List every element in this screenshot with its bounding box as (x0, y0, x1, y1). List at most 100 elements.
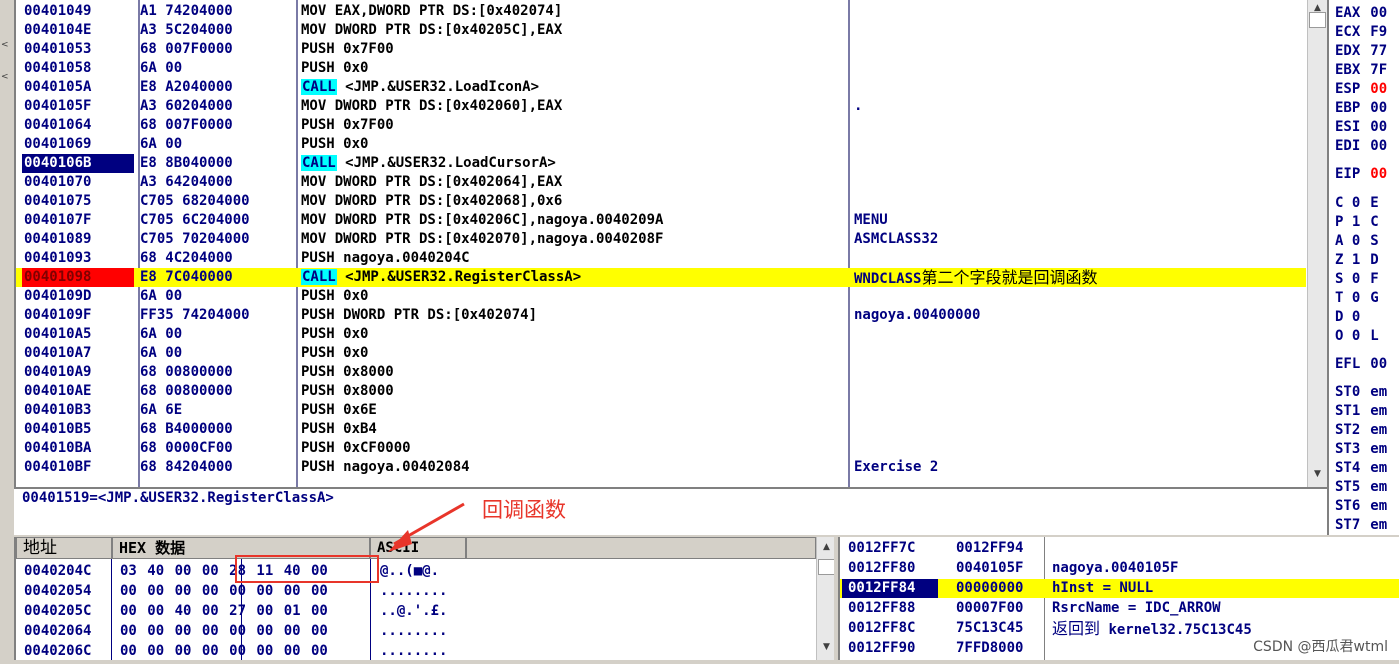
register-row[interactable]: Z 1 D (1335, 251, 1379, 270)
register-row[interactable]: ST2 em (1335, 421, 1387, 440)
register-row[interactable]: EDX 77 (1335, 42, 1387, 61)
register-name: A 0 (1335, 233, 1361, 249)
disasm-row[interactable]: 004010BA 68 0000CF00 PUSH 0xCF0000 (16, 439, 1306, 458)
register-row[interactable]: EIP 00 (1335, 165, 1387, 184)
triangle-down-icon[interactable]: ▼ (1308, 466, 1327, 482)
register-row[interactable]: ST4 em (1335, 459, 1387, 478)
disasm-instruction: PUSH DWORD PTR DS:[0x402074] (301, 306, 537, 325)
scroll-thumb[interactable] (818, 559, 834, 575)
instruction-text: PUSH 0x7F00 (301, 41, 394, 57)
register-row[interactable]: EBP 00 (1335, 99, 1387, 118)
register-row[interactable]: ECX F9 (1335, 23, 1387, 42)
disasm-row[interactable]: 00401070 A3 64204000 MOV DWORD PTR DS:[0x4… (16, 173, 1306, 192)
disasm-instruction: PUSH 0xB4 (301, 420, 377, 439)
register-row[interactable]: EBX 7F (1335, 61, 1387, 80)
disasm-opcode: C705 70204000 (140, 231, 250, 247)
disasm-row[interactable]: 00401049 A1 74204000 MOV EAX,DWORD PTR DS:… (16, 2, 1306, 21)
instruction-text: <JMP.&USER32.LoadIconA> (336, 79, 540, 95)
register-row[interactable]: A 0 S (1335, 232, 1379, 251)
disasm-opcode: 68 4C204000 (140, 250, 233, 266)
disasm-row[interactable]: 00401053 68 007F0000 PUSH 0x7F00 (16, 40, 1306, 59)
disasm-hex: C705 70204000 (140, 230, 250, 249)
disasm-row[interactable]: 00401075 C705 68204000 MOV DWORD PTR DS:[0… (16, 192, 1306, 211)
register-row[interactable]: ESP 00 (1335, 80, 1387, 99)
disasm-row[interactable]: 0040105F A3 60204000 MOV DWORD PTR DS:[0x4… (16, 97, 1306, 116)
dump-scrollbar[interactable]: ▲ ▼ (816, 537, 834, 660)
register-row[interactable]: S 0 F (1335, 270, 1379, 289)
disasm-row[interactable]: 0040106B E8 8B040000 CALL <JMP.&USER32.Loa… (16, 154, 1306, 173)
disasm-row[interactable]: 004010A9 68 00800000 PUSH 0x8000 (16, 363, 1306, 382)
instruction-text: PUSH nagoya.0040204C (301, 250, 470, 266)
comment-text: ASMCLASS32 (854, 231, 939, 247)
register-row[interactable]: ESI 00 (1335, 118, 1387, 137)
register-row[interactable]: O 0 L (1335, 327, 1379, 346)
register-value: F (1370, 271, 1379, 287)
register-value: 00 (1370, 5, 1388, 21)
disasm-row[interactable]: 0040109F FF35 74204000 PUSH DWORD PTR DS:[… (16, 306, 1306, 325)
register-row[interactable]: EAX 00 (1335, 4, 1387, 23)
disasm-instruction: MOV DWORD PTR DS:[0x402070],nagoya.00402… (301, 230, 663, 249)
triangle-up-icon[interactable]: ▲ (817, 539, 834, 555)
disasm-address: 004010B3 (24, 402, 92, 418)
disasm-row[interactable]: 00401069 6A 00 PUSH 0x0 (16, 135, 1306, 154)
dump-hex: 00 00 00 00 00 00 00 00 (120, 643, 328, 659)
register-row[interactable]: ST5 em (1335, 478, 1387, 497)
disasm-scrollbar[interactable]: ▲ ▼ (1307, 0, 1327, 487)
disasm-opcode: E8 8B040000 (140, 155, 233, 171)
register-value: G (1370, 290, 1379, 306)
register-row[interactable]: EFL 00 (1335, 355, 1387, 374)
register-value: em (1370, 498, 1388, 514)
instruction-text: MOV DWORD PTR DS:[0x40206C],nagoya.00402… (301, 212, 664, 228)
register-row[interactable]: ST3 em (1335, 440, 1387, 459)
register-row[interactable]: C 0 E (1335, 194, 1379, 213)
register-row[interactable]: ST1 em (1335, 402, 1387, 421)
disasm-instruction: MOV DWORD PTR DS:[0x402060],EAX (301, 97, 562, 116)
instruction-text: MOV DWORD PTR DS:[0x402068],0x6 (301, 193, 563, 209)
register-row[interactable]: ST6 em (1335, 497, 1387, 516)
disasm-opcode: 68 007F0000 (140, 117, 233, 133)
disasm-row[interactable]: 00401058 6A 00 PUSH 0x0 (16, 59, 1306, 78)
disasm-hex: 6A 00 (140, 325, 182, 344)
dump-address: 0040205C (24, 603, 92, 619)
register-row[interactable]: EDI 00 (1335, 137, 1387, 156)
register-name: EAX (1335, 5, 1361, 21)
disasm-row[interactable]: 0040107F C705 6C204000 MOV DWORD PTR DS:[0… (16, 211, 1306, 230)
register-row[interactable]: P 1 C (1335, 213, 1379, 232)
disasm-row[interactable]: 004010B5 68 B4000000 PUSH 0xB4 (16, 420, 1306, 439)
disasm-row[interactable]: 004010BF 68 84204000 PUSH nagoya.00402084 E… (16, 458, 1306, 477)
disasm-hex: A3 60204000 (140, 97, 233, 116)
disasm-row[interactable]: 0040105A E8 A2040000 CALL <JMP.&USER32.Loa… (16, 78, 1306, 97)
disasm-instruction: PUSH 0x7F00 (301, 40, 394, 59)
disasm-row[interactable]: 0040104E A3 5C204000 MOV DWORD PTR DS:[0x4… (16, 21, 1306, 40)
disasm-row[interactable]: 00401093 68 4C204000 PUSH nagoya.0040204C (16, 249, 1306, 268)
register-row[interactable]: T 0 G (1335, 289, 1379, 308)
stack-row[interactable]: 0012FF7C 0012FF94 (840, 539, 1399, 558)
dump-header-address[interactable]: 地址 (16, 537, 112, 559)
stack-address: 0012FF80 (848, 560, 916, 576)
disasm-row[interactable]: 00401064 68 007F0000 PUSH 0x7F00 (16, 116, 1306, 135)
disasm-hex: 68 4C204000 (140, 249, 233, 268)
scroll-thumb[interactable] (1309, 12, 1326, 28)
stack-row[interactable]: 0012FF88 00007F00 RsrcName = IDC_ARROW (840, 599, 1399, 618)
comment-annotation: 第二个字段就是回调函数 (921, 268, 1098, 287)
disasm-row[interactable]: 004010B3 6A 6E PUSH 0x6E (16, 401, 1306, 420)
stack-row[interactable]: 0012FF80 0040105F nagoya.0040105F (840, 559, 1399, 578)
register-row[interactable]: D 0 (1335, 308, 1370, 327)
disasm-address: 0040107F (24, 212, 92, 228)
triangle-down-icon[interactable]: ▼ (817, 639, 834, 655)
disasm-hex: E8 8B040000 (140, 154, 233, 173)
disasm-row[interactable]: 00401089 C705 70204000 MOV DWORD PTR DS:[0… (16, 230, 1306, 249)
register-name: O 0 (1335, 328, 1361, 344)
disasm-row[interactable]: 00401098 E8 7C040000 CALL <JMP.&USER32.Reg… (16, 268, 1306, 287)
registers-pane[interactable]: EAX 00 ECX F9 EDX 77 EBX 7F ESP 00 EBP 00 ESI 00 EDI 00… (1327, 0, 1399, 535)
disassembly-pane[interactable]: 00401049 A1 74204000 MOV EAX,DWORD PTR DS:… (14, 0, 1327, 487)
disasm-row[interactable]: 0040109D 6A 00 PUSH 0x0 (16, 287, 1306, 306)
disasm-row[interactable]: 004010AE 68 00800000 PUSH 0x8000 (16, 382, 1306, 401)
disasm-instruction: PUSH 0x8000 (301, 363, 394, 382)
stack-row[interactable]: 0012FF84 00000000 hInst = NULL (840, 579, 1399, 598)
disasm-row[interactable]: 004010A7 6A 00 PUSH 0x0 (16, 344, 1306, 363)
disasm-comment: . (854, 97, 862, 116)
disasm-row[interactable]: 004010A5 6A 00 PUSH 0x0 (16, 325, 1306, 344)
register-row[interactable]: ST7 em (1335, 516, 1387, 535)
register-row[interactable]: ST0 em (1335, 383, 1387, 402)
